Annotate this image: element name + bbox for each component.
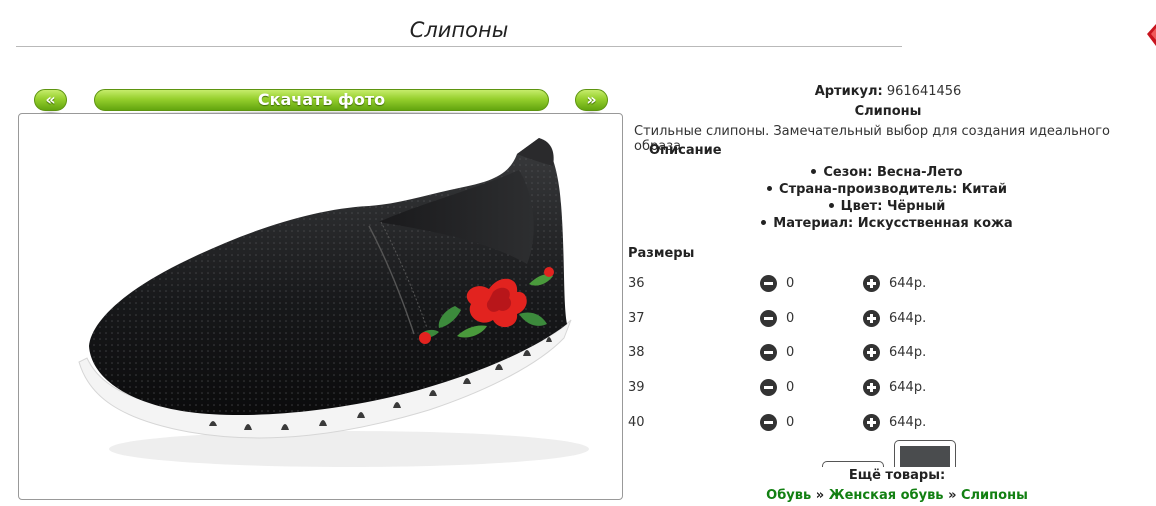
- plus-circle-icon[interactable]: [863, 414, 880, 431]
- red-diamond-icon: [1147, 24, 1156, 46]
- download-label: Скачать фото: [257, 90, 386, 109]
- title-divider: [16, 46, 902, 47]
- size-value: 37: [628, 311, 645, 326]
- breadcrumb: Обувь » Женская обувь » Слипоны: [700, 488, 1094, 503]
- size-value: 36: [628, 276, 645, 291]
- quantity-value: 0: [786, 311, 795, 326]
- plus-circle-icon[interactable]: [863, 379, 880, 396]
- property-item: Страна-производитель: Китай: [628, 181, 1146, 198]
- price-value: 644р.: [889, 415, 927, 430]
- breadcrumb-separator: »: [948, 488, 957, 503]
- plus-circle-icon[interactable]: [863, 310, 880, 327]
- property-item: Сезон: Весна-Лето: [628, 164, 1146, 181]
- quantity-value: 0: [786, 276, 795, 291]
- plus-circle-icon[interactable]: [863, 344, 880, 361]
- size-value: 38: [628, 345, 645, 360]
- size-row: 36 0 644р.: [628, 275, 958, 293]
- minus-circle-icon[interactable]: [760, 414, 777, 431]
- property-list: Сезон: Весна-Лето Страна-производитель: …: [628, 164, 1146, 232]
- sku-line: Артикул: 961641456: [628, 84, 1148, 99]
- price-value: 644р.: [889, 311, 927, 326]
- download-photo-button[interactable]: Скачать фото: [94, 89, 549, 115]
- sizes-heading: Размеры: [628, 246, 695, 261]
- property-item: Цвет: Чёрный: [628, 198, 1146, 215]
- quantity-value: 0: [786, 415, 795, 430]
- description-heading: Описание: [649, 143, 722, 158]
- minus-circle-icon[interactable]: [760, 310, 777, 327]
- breadcrumb-link-womens-shoes[interactable]: Женская обувь: [829, 488, 944, 503]
- sku-value: 961641456: [886, 84, 962, 99]
- quantity-value: 0: [786, 345, 795, 360]
- size-value: 39: [628, 380, 645, 395]
- product-photo[interactable]: [18, 113, 623, 500]
- more-products-label: Ещё товары:: [848, 468, 946, 483]
- sku-label: Артикул:: [814, 84, 883, 99]
- property-item: Материал: Искусственная кожа: [628, 215, 1146, 232]
- page-title: Слипоны: [409, 18, 509, 42]
- next-photo-button[interactable]: »: [575, 89, 608, 115]
- product-thumbnail-selected[interactable]: [894, 440, 956, 470]
- minus-circle-icon[interactable]: [760, 379, 777, 396]
- slip-on-shoe-image: [78, 138, 589, 467]
- size-row: 38 0 644р.: [628, 344, 958, 362]
- size-row: 37 0 644р.: [628, 310, 958, 328]
- more-products-block: Ещё товары:: [700, 467, 1094, 487]
- breadcrumb-separator: »: [815, 488, 825, 503]
- product-name: Слипоны: [854, 104, 922, 119]
- plus-circle-icon[interactable]: [863, 275, 880, 292]
- minus-circle-icon[interactable]: [760, 275, 777, 292]
- price-value: 644р.: [889, 380, 927, 395]
- size-value: 40: [628, 415, 645, 430]
- quantity-value: 0: [786, 380, 795, 395]
- breadcrumb-link-shoes[interactable]: Обувь: [766, 488, 811, 503]
- price-value: 644р.: [889, 345, 927, 360]
- next-label: »: [586, 90, 597, 109]
- size-row: 40 0 644р.: [628, 414, 958, 432]
- prev-label: «: [45, 90, 56, 109]
- minus-circle-icon[interactable]: [760, 344, 777, 361]
- size-row: 39 0 644р.: [628, 379, 958, 397]
- price-value: 644р.: [889, 276, 927, 291]
- prev-photo-button[interactable]: «: [34, 89, 67, 115]
- breadcrumb-link-slip-ons[interactable]: Слипоны: [961, 488, 1028, 503]
